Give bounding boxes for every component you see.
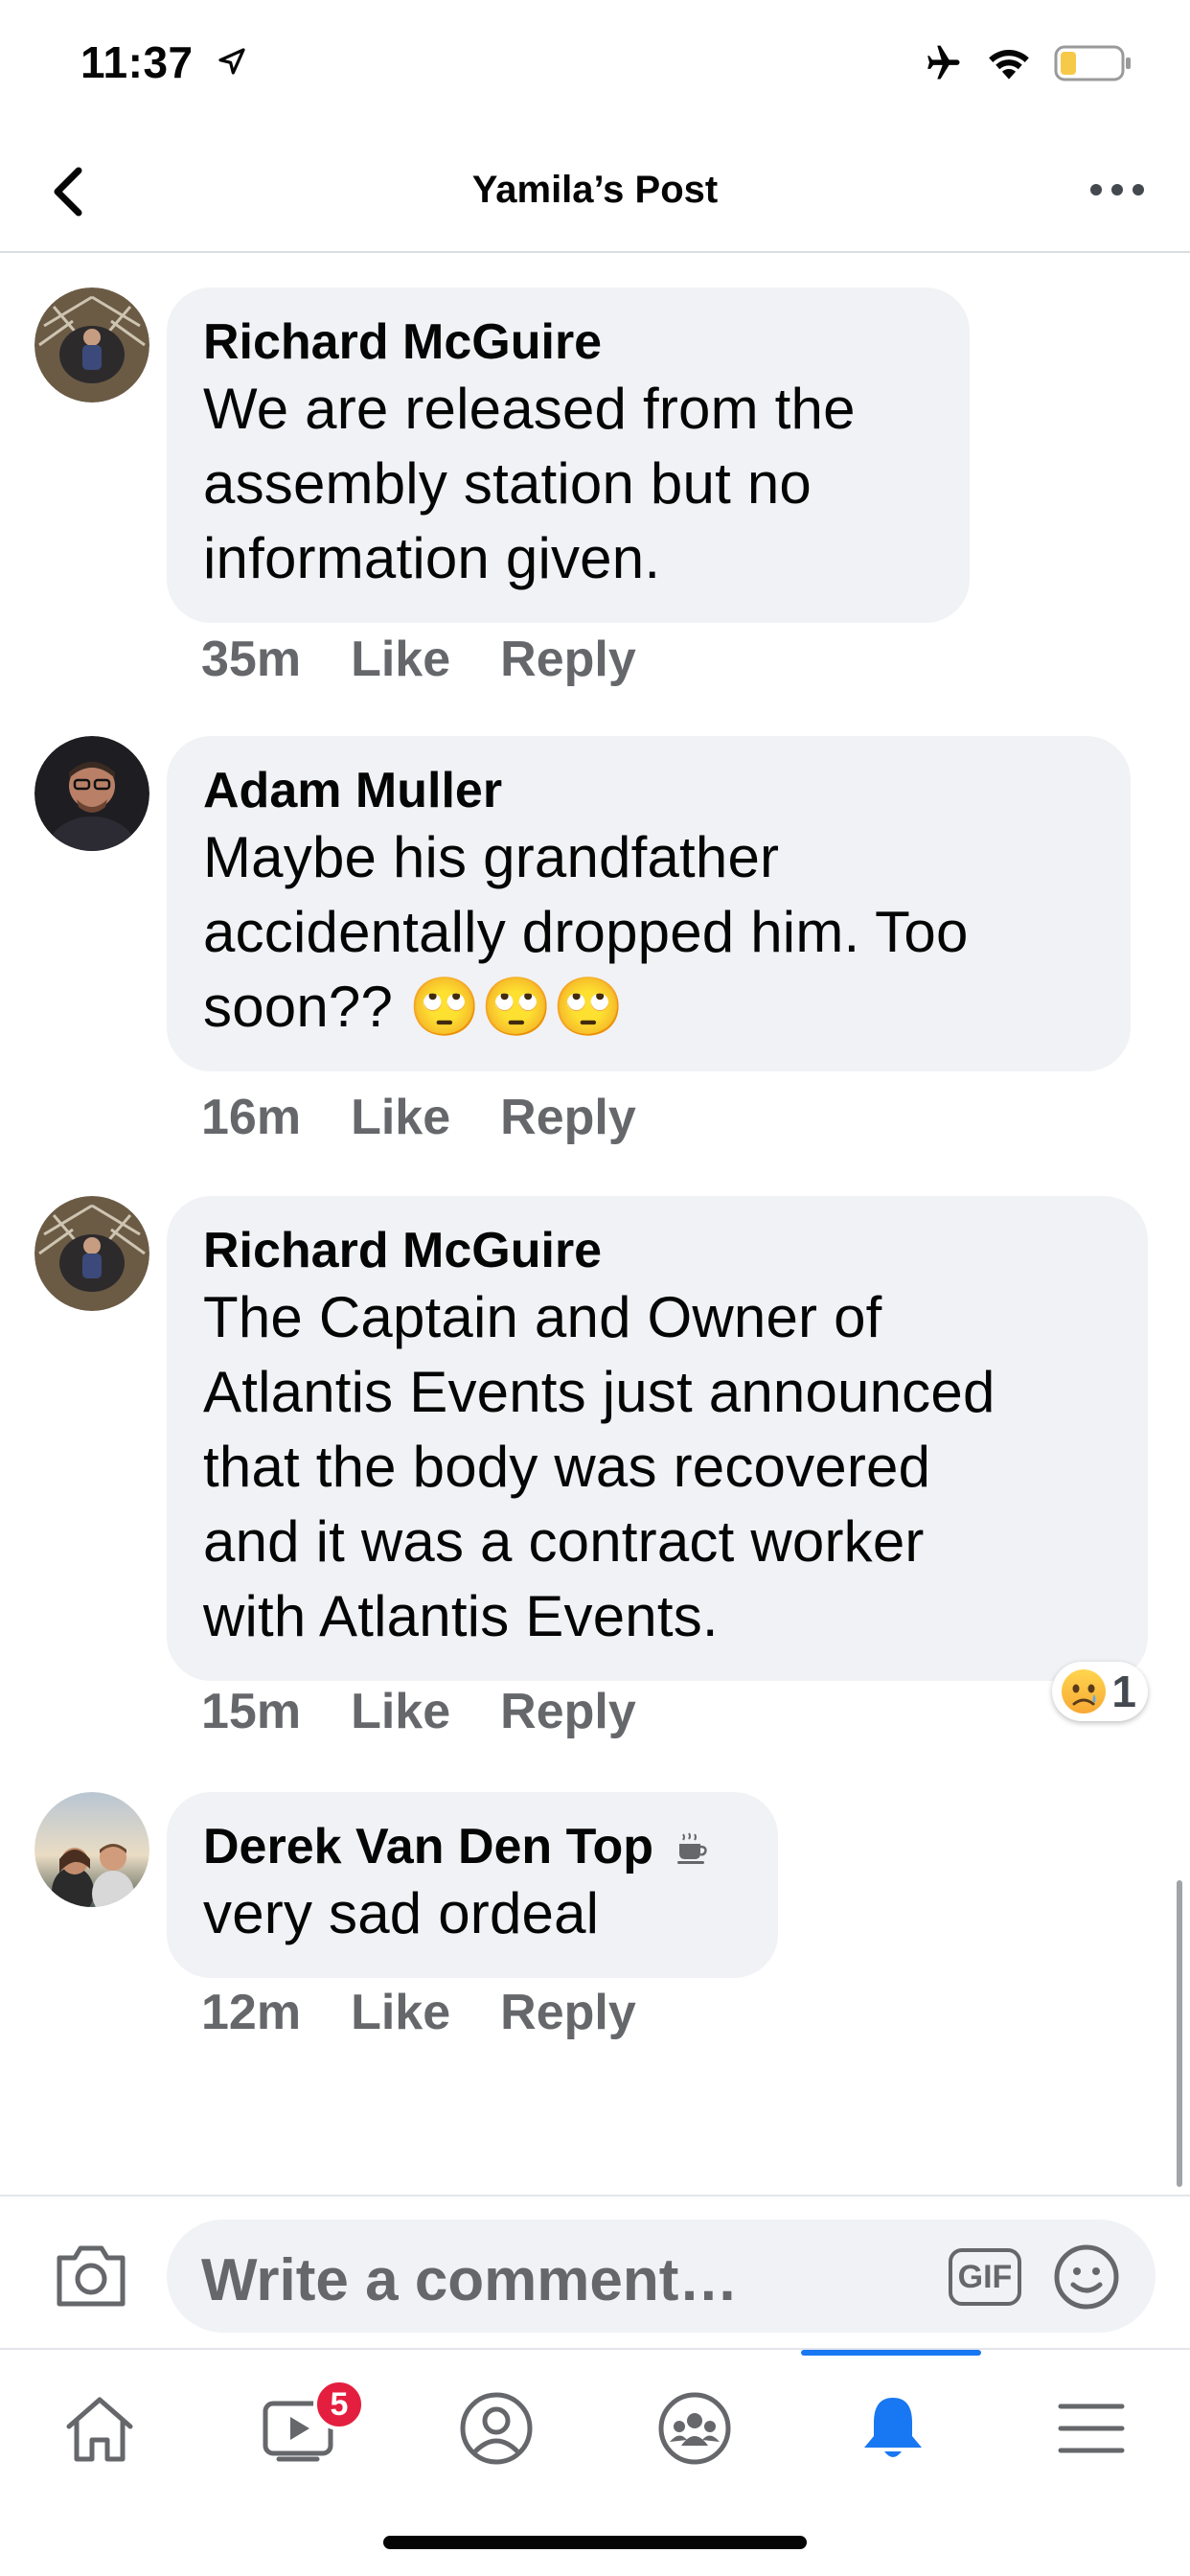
comment-bubble: Richard McGuire We are released from the… bbox=[167, 288, 970, 623]
comment-composer: Write a comment… GIF bbox=[0, 2195, 1190, 2348]
reaction-count: 1 bbox=[1111, 1667, 1136, 1716]
comment-author[interactable]: Richard McGuire bbox=[203, 312, 933, 372]
smiley-icon[interactable] bbox=[1052, 2242, 1121, 2312]
home-indicator[interactable] bbox=[383, 2536, 807, 2549]
comment-author[interactable]: Derek Van Den Top bbox=[203, 1819, 653, 1874]
status-icons bbox=[916, 42, 1133, 84]
menu-icon bbox=[1058, 2404, 1124, 2453]
location-arrow-icon bbox=[218, 48, 245, 75]
avatar[interactable] bbox=[34, 1196, 149, 1311]
status-bar: 11:37 bbox=[0, 0, 1190, 126]
comment-text: We are released from the assembly statio… bbox=[203, 377, 856, 590]
notifications-bell-icon bbox=[863, 2398, 922, 2457]
comment-input-placeholder: Write a comment… bbox=[201, 2247, 739, 2313]
comment-time[interactable]: 16m bbox=[201, 1089, 301, 1146]
page-title: Yamila’s Post bbox=[471, 169, 719, 211]
coffee-cup-icon bbox=[676, 1832, 707, 1864]
bottom-tab-bar: 5 bbox=[0, 2348, 1190, 2576]
comment-input[interactable]: Write a comment… GIF bbox=[167, 2220, 1156, 2333]
comment-author-row: Derek Van Den Top bbox=[203, 1817, 742, 1876]
more-horizontal-icon[interactable] bbox=[1090, 180, 1144, 199]
comment-author[interactable]: Adam Muller bbox=[203, 761, 1094, 820]
reply-button[interactable]: Reply bbox=[500, 1683, 636, 1740]
reply-button[interactable]: Reply bbox=[500, 1984, 636, 2041]
comment-bubble: Richard McGuire The Captain and Owner of… bbox=[167, 1196, 1148, 1681]
profile-icon bbox=[460, 2392, 532, 2465]
comment-actions: 16m Like Reply bbox=[201, 1089, 636, 1146]
avatar[interactable] bbox=[34, 288, 149, 402]
status-time: 11:37 bbox=[80, 37, 194, 87]
like-button[interactable]: Like bbox=[351, 1089, 450, 1146]
tab-menu[interactable] bbox=[992, 2371, 1190, 2486]
tab-groups[interactable] bbox=[595, 2371, 793, 2486]
like-button[interactable]: Like bbox=[351, 1683, 450, 1740]
comment-time[interactable]: 15m bbox=[201, 1683, 301, 1740]
comment-text: very sad ordeal bbox=[203, 1881, 600, 1945]
comment-author[interactable]: Richard McGuire bbox=[203, 1221, 1111, 1280]
comment-bubble: Derek Van Den Top very sad ordeal bbox=[167, 1792, 778, 1978]
tab-watch[interactable]: 5 bbox=[198, 2371, 397, 2486]
post-header: Yamila’s Post bbox=[0, 126, 1190, 253]
comment-time[interactable]: 12m bbox=[201, 1984, 301, 2041]
comment-actions: 35m Like Reply bbox=[201, 631, 636, 688]
sad-face-icon bbox=[1062, 1669, 1107, 1714]
groups-icon bbox=[658, 2392, 730, 2465]
comment-actions: 12m Like Reply bbox=[201, 1984, 636, 2041]
scrollbar[interactable] bbox=[1177, 1880, 1182, 2187]
tab-profile[interactable] bbox=[397, 2371, 595, 2486]
comment-bubble: Adam Muller Maybe his grandfather accide… bbox=[167, 736, 1131, 1071]
reply-button[interactable]: Reply bbox=[500, 1089, 636, 1146]
avatar[interactable] bbox=[34, 1792, 149, 1907]
comment-actions: 15m Like Reply bbox=[201, 1683, 636, 1740]
home-icon bbox=[66, 2397, 132, 2462]
like-button[interactable]: Like bbox=[351, 631, 450, 688]
avatar[interactable] bbox=[34, 736, 149, 851]
wifi-icon bbox=[989, 50, 1029, 80]
comment-text: Maybe his grandfather accidentally dropp… bbox=[203, 825, 969, 1039]
notification-badge: 5 bbox=[313, 2379, 365, 2430]
reply-button[interactable]: Reply bbox=[500, 631, 636, 688]
airplane-icon bbox=[927, 45, 960, 80]
reaction-summary[interactable]: 1 bbox=[1052, 1662, 1148, 1721]
comment-time[interactable]: 35m bbox=[201, 631, 301, 688]
battery-low-icon bbox=[1054, 45, 1131, 81]
gif-button[interactable]: GIF bbox=[949, 2248, 1021, 2306]
comment-text: The Captain and Owner of Atlantis Events… bbox=[203, 1285, 995, 1648]
tab-notifications[interactable] bbox=[793, 2371, 992, 2486]
camera-icon[interactable] bbox=[54, 2241, 128, 2310]
tab-home[interactable] bbox=[0, 2371, 198, 2486]
like-button[interactable]: Like bbox=[351, 1984, 450, 2041]
active-tab-indicator bbox=[801, 2350, 981, 2356]
